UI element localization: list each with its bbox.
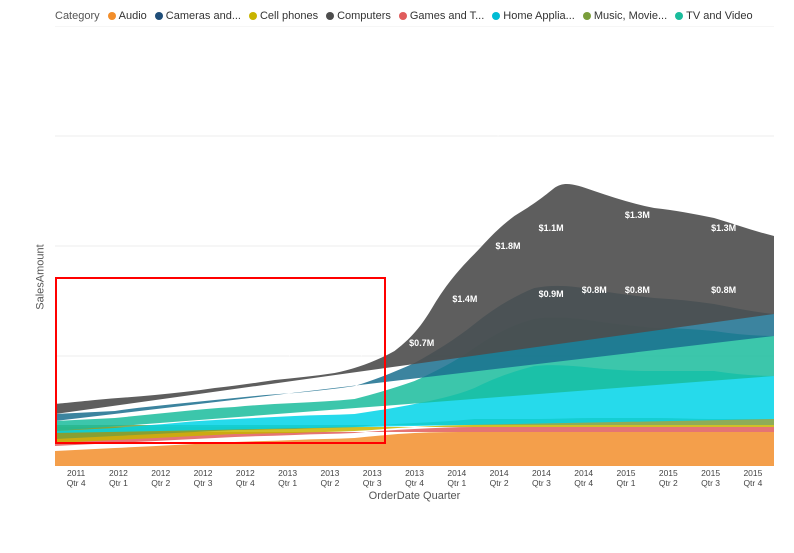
label-q3-2014-comp: $1.9M <box>495 127 520 137</box>
x-tick-1: 2012Qtr 1 <box>97 468 139 488</box>
category-label: Category <box>55 10 100 22</box>
chart-svg <box>55 26 774 466</box>
label-q2-2012: $1.0M <box>158 369 183 379</box>
x-tick-13: 2015Qtr 1 <box>605 468 647 488</box>
x-axis-ticks: 2011Qtr 4 2012Qtr 1 2012Qtr 2 2012Qtr 3 … <box>55 468 774 488</box>
label-q3-2013-computers: $2.3M <box>359 210 384 220</box>
label-q2-2015-comp: $1.3M <box>625 210 650 220</box>
label-q3-2012: $0.7M <box>201 373 226 383</box>
label-q4-2012: $0.9M <box>244 373 269 383</box>
label-q1-2012: $1.0M <box>114 369 139 379</box>
x-tick-10: 2014Qtr 2 <box>478 468 520 488</box>
x-tick-5: 2013Qtr 1 <box>266 468 308 488</box>
legend-audio: Audio <box>108 10 147 22</box>
label-q2-2014-tv: $1.4M <box>452 294 477 304</box>
x-tick-9: 2014Qtr 1 <box>436 468 478 488</box>
x-tick-2: 2012Qtr 2 <box>140 468 182 488</box>
label-q4-2015-tv: $0.8M <box>711 285 736 295</box>
y-axis-label: SalesAmount <box>35 244 47 309</box>
legend-music: Music, Movie... <box>583 10 667 22</box>
label-q4-2014-comp: $1.1M <box>539 223 564 233</box>
legend-homeappliances: Home Applia... <box>492 10 575 22</box>
x-tick-6: 2013Qtr 2 <box>309 468 351 488</box>
x-axis-label: OrderDate Quarter <box>55 490 774 502</box>
label-q2-2013: $1.3M <box>323 303 348 313</box>
x-tick-12: 2014Qtr 4 <box>563 468 605 488</box>
label-q4-2013-comp: $1.3M <box>409 276 434 286</box>
legend-cameras: Cameras and... <box>155 10 241 22</box>
legend-tv: TV and Video <box>675 10 752 22</box>
label-q3-2013-tv: $0.7M <box>359 347 384 357</box>
legend-computers: Computers <box>326 10 391 22</box>
label-q4-2011: $1.1M <box>71 364 96 374</box>
x-tick-4: 2012Qtr 4 <box>224 468 266 488</box>
label-q4-2014-cam: $0.9M <box>539 289 564 299</box>
x-tick-16: 2015Qtr 4 <box>732 468 774 488</box>
x-tick-7: 2013Qtr 3 <box>351 468 393 488</box>
label-q4-2015-comp: $1.3M <box>711 223 736 233</box>
x-tick-11: 2014Qtr 3 <box>520 468 562 488</box>
x-tick-0: 2011Qtr 4 <box>55 468 97 488</box>
label-q1-2014-tv: $0.7M <box>409 338 434 348</box>
label-q3-2015-comp: $1.5M <box>668 166 693 176</box>
x-tick-8: 2013Qtr 4 <box>393 468 435 488</box>
label-q1-2015-tv: $0.8M <box>582 285 607 295</box>
legend-cellphones: Cell phones <box>249 10 318 22</box>
label-q3-2014-tv: $1.8M <box>495 241 520 251</box>
label-q2-2014-comp: $1.4M <box>452 215 477 225</box>
x-tick-15: 2015Qtr 3 <box>689 468 731 488</box>
chart-container: Category Audio Cameras and... Cell phone… <box>0 0 794 553</box>
x-tick-3: 2012Qtr 3 <box>182 468 224 488</box>
x-tick-14: 2015Qtr 2 <box>647 468 689 488</box>
label-q1-2013: $1.1M <box>287 347 312 357</box>
legend-games: Games and T... <box>399 10 484 22</box>
label-q2-2015-tv: $0.8M <box>625 285 650 295</box>
